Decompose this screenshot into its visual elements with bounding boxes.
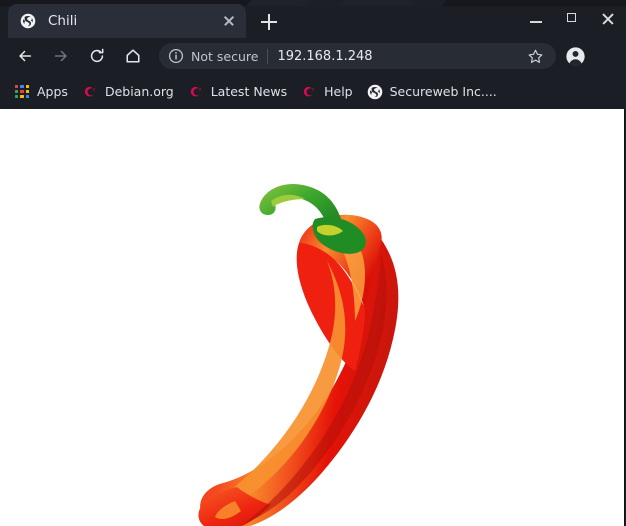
apps-grid-icon [15, 84, 29, 99]
bookmark-label: Debian.org [104, 83, 174, 99]
debian-swirl-icon [82, 84, 98, 100]
bookmark-label: Apps [37, 83, 68, 99]
window-controls [518, 0, 626, 38]
browser-menu-button[interactable] [590, 41, 620, 71]
globe-swirl-icon [367, 84, 383, 100]
tab-bar: Chili [0, 0, 626, 38]
bookmark-secureweb-inc[interactable]: Secureweb Inc.... [360, 80, 504, 104]
browser-window: Chili Not secure 192.168.1.248 Apps Debi… [0, 0, 626, 526]
forward-button[interactable] [45, 40, 77, 72]
bookmarks-bar: Apps Debian.org Latest News Help Securew… [0, 74, 626, 109]
bookmark-label: Secureweb Inc.... [389, 83, 497, 99]
debian-swirl-icon [301, 84, 317, 100]
address-bar[interactable]: Not secure 192.168.1.248 [159, 43, 556, 69]
forward-icon [54, 50, 67, 62]
new-tab-button[interactable] [256, 9, 282, 35]
bookmark-star-button[interactable] [524, 45, 546, 67]
tab-chili[interactable]: Chili [8, 4, 246, 38]
bookmark-latest-news[interactable]: Latest News [181, 80, 294, 104]
close-tab-icon[interactable] [220, 12, 238, 30]
reload-button[interactable] [81, 40, 113, 72]
home-icon [126, 49, 140, 63]
globe-swirl-icon [20, 13, 36, 29]
star-icon [528, 49, 542, 63]
omnibox-divider [267, 48, 269, 64]
bookmark-debian-org[interactable]: Debian.org [75, 80, 181, 104]
bookmark-apps[interactable]: Apps [7, 80, 75, 104]
profile-avatar-icon [565, 46, 585, 66]
bookmark-label: Latest News [210, 83, 288, 99]
bookmark-help[interactable]: Help [294, 80, 360, 104]
chili-pepper-image [175, 157, 435, 526]
minimize-button[interactable] [518, 0, 554, 38]
back-button[interactable] [9, 40, 41, 72]
back-icon [19, 50, 32, 62]
reload-icon [90, 48, 104, 63]
tab-title: Chili [48, 13, 78, 29]
debian-swirl-icon [188, 84, 204, 100]
info-circle-icon[interactable] [168, 48, 184, 64]
security-status-label: Not secure [191, 48, 259, 64]
home-button[interactable] [117, 40, 149, 72]
bookmark-label: Help [324, 83, 353, 99]
navigation-toolbar: Not secure 192.168.1.248 [0, 38, 626, 74]
url-text[interactable]: 192.168.1.248 [277, 49, 524, 64]
close-window-button[interactable] [590, 0, 626, 38]
maximize-button[interactable] [554, 0, 590, 38]
chili-pepper-illustration [198, 183, 399, 526]
profile-button[interactable] [560, 41, 590, 71]
page-viewport [0, 109, 625, 526]
